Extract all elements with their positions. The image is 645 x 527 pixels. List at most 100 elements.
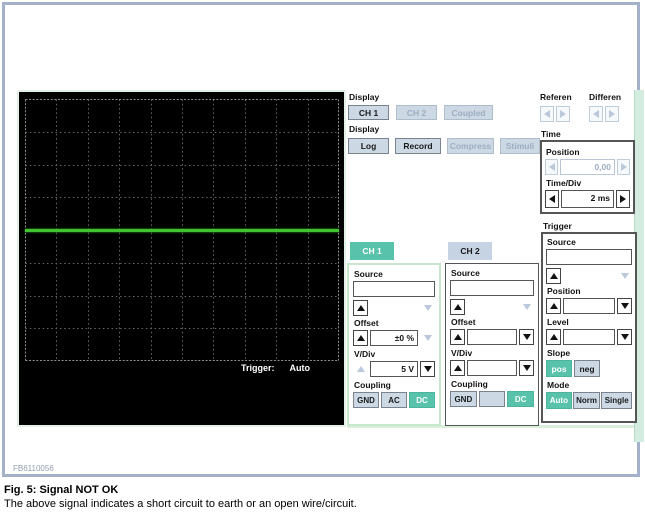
ch2-vdiv-up-button[interactable] <box>450 360 465 376</box>
time-position-decrement-button[interactable] <box>545 159 558 175</box>
up-arrow-icon <box>549 273 558 279</box>
trigger-position-field[interactable] <box>563 298 615 314</box>
timediv-label: Time/Div <box>546 178 582 188</box>
record-button[interactable]: Record <box>395 138 441 154</box>
scope-screen: Trigger: Auto <box>17 90 346 427</box>
trigger-slope-label: Slope <box>547 348 571 358</box>
ch1-offset-down-button[interactable] <box>420 330 435 346</box>
timediv-field[interactable]: 2 ms <box>561 190 614 208</box>
ch2-vdiv-down-button[interactable] <box>519 360 534 376</box>
ch2-source-label: Source <box>451 268 480 278</box>
ch1-coupling-ac-button[interactable]: AC <box>381 392 407 408</box>
right-arrow-icon <box>620 163 627 171</box>
signal-trace <box>25 229 339 232</box>
up-arrow-icon <box>356 366 365 372</box>
mode-auto-button[interactable]: Auto <box>546 392 572 409</box>
ch1-vdiv-up-button[interactable] <box>353 361 368 377</box>
trigger-position-label: Position <box>547 286 581 296</box>
down-arrow-icon <box>620 334 629 340</box>
ch1-source-label: Source <box>354 269 383 279</box>
up-arrow-icon <box>453 334 462 340</box>
ch1-coupling-gnd-button[interactable]: GND <box>353 392 379 408</box>
trigger-source-down-button[interactable] <box>617 268 632 284</box>
ch1-display-button[interactable]: CH 1 <box>348 105 389 120</box>
ch1-coupling-dc-button[interactable]: DC <box>409 392 435 408</box>
ch2-source-up-button[interactable] <box>450 299 465 315</box>
ch2-display-button[interactable]: CH 2 <box>396 105 437 120</box>
ch1-source-up-button[interactable] <box>353 300 368 316</box>
coupled-display-button[interactable]: Coupled <box>444 105 493 120</box>
ch1-source-field[interactable] <box>353 281 435 297</box>
differen-next-button[interactable] <box>605 106 619 122</box>
stimuli-button[interactable]: Stimuli <box>500 138 540 154</box>
referen-next-button[interactable] <box>556 106 570 122</box>
tab-ch1[interactable]: CH 1 <box>350 242 394 260</box>
ch1-panel: Source Offset ±0 % V/Div 5 V Coupling GN… <box>347 263 441 426</box>
down-arrow-icon <box>522 304 531 310</box>
ch2-offset-up-button[interactable] <box>450 329 465 345</box>
ch1-coupling-label: Coupling <box>354 380 391 390</box>
right-arrow-icon <box>560 110 566 118</box>
log-button[interactable]: Log <box>348 138 389 154</box>
ch2-source-field[interactable] <box>450 280 534 296</box>
ch2-vdiv-label: V/Div <box>451 348 473 358</box>
differen-prev-button[interactable] <box>589 106 603 122</box>
up-arrow-icon <box>356 305 365 311</box>
left-arrow-icon <box>548 163 555 171</box>
down-arrow-icon <box>423 305 432 311</box>
timediv-increment-button[interactable] <box>616 190 630 208</box>
time-position-field[interactable]: 0,00 <box>560 159 615 175</box>
trigger-level-label: Level <box>547 317 569 327</box>
slope-pos-button[interactable]: pos <box>546 360 572 377</box>
ch1-offset-field[interactable]: ±0 % <box>370 330 418 346</box>
down-arrow-icon <box>423 335 432 341</box>
trigger-level-up-button[interactable] <box>546 329 561 345</box>
ch2-coupling-label: Coupling <box>451 379 488 389</box>
ch1-source-down-button[interactable] <box>420 300 435 316</box>
ch1-offset-label: Offset <box>354 318 379 328</box>
ch1-vdiv-label: V/Div <box>354 349 376 359</box>
timediv-decrement-button[interactable] <box>545 190 559 208</box>
up-arrow-icon <box>549 334 558 340</box>
ch2-vdiv-field[interactable] <box>467 360 517 376</box>
up-arrow-icon <box>356 335 365 341</box>
ch1-vdiv-field[interactable]: 5 V <box>370 361 418 377</box>
figure-title: Fig. 5: Signal NOT OK <box>4 484 119 496</box>
mode-single-button[interactable]: Single <box>601 392 633 409</box>
ch2-coupling-gnd-button[interactable]: GND <box>450 391 477 407</box>
ch1-offset-up-button[interactable] <box>353 330 368 346</box>
trigger-source-field[interactable] <box>546 249 632 265</box>
ch2-offset-field[interactable] <box>467 329 517 345</box>
slope-neg-button[interactable]: neg <box>574 360 600 377</box>
trigger-level-down-button[interactable] <box>617 329 632 345</box>
time-position-label: Position <box>546 147 580 157</box>
trigger-source-up-button[interactable] <box>546 268 561 284</box>
time-label: Time <box>541 129 561 139</box>
ch2-source-down-button[interactable] <box>519 299 534 315</box>
referen-prev-button[interactable] <box>540 106 554 122</box>
time-position-increment-button[interactable] <box>617 159 630 175</box>
figure-description: The above signal indicates a short circu… <box>4 498 357 510</box>
up-arrow-icon <box>453 304 462 310</box>
compress-button[interactable]: Compress <box>447 138 494 154</box>
tab-ch2[interactable]: CH 2 <box>448 242 492 260</box>
display-modes-label: Display <box>349 124 380 134</box>
ch2-coupling-dc-button[interactable]: DC <box>507 391 535 407</box>
trigger-position-up-button[interactable] <box>546 298 561 314</box>
left-arrow-icon <box>549 195 555 203</box>
mode-norm-button[interactable]: Norm <box>572 392 601 409</box>
trigger-mode-label: Mode <box>547 380 570 390</box>
trigger-level-field[interactable] <box>563 329 615 345</box>
up-arrow-icon <box>453 365 462 371</box>
right-arrow-icon <box>609 110 615 118</box>
trigger-position-down-button[interactable] <box>617 298 632 314</box>
referen-label: Referen <box>540 92 572 102</box>
window-frame: Trigger: Auto Display CH 1 CH 2 Coupled … <box>2 2 644 477</box>
ch2-coupling-ac-button[interactable] <box>478 391 506 407</box>
ch2-offset-down-button[interactable] <box>519 329 534 345</box>
image-code: FB6110056 <box>13 464 54 473</box>
trigger-source-label: Source <box>547 237 576 247</box>
down-arrow-icon <box>620 273 629 279</box>
down-arrow-icon <box>423 366 432 372</box>
ch1-vdiv-down-button[interactable] <box>420 361 435 377</box>
